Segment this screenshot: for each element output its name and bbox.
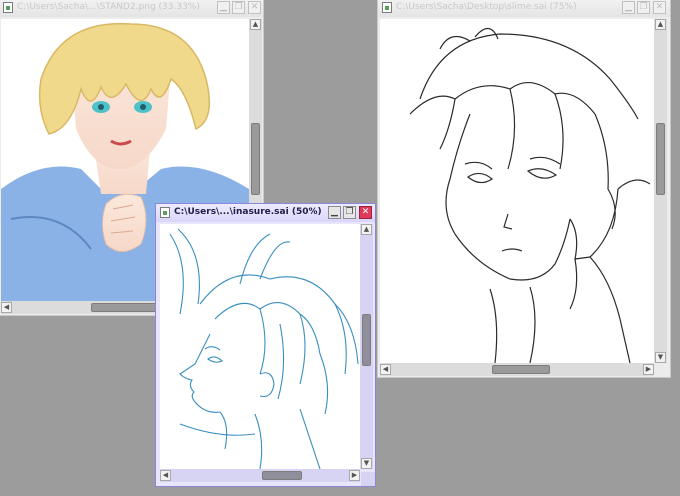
document-icon (382, 2, 392, 13)
vertical-scrollbar[interactable]: ▲ ▼ (654, 19, 667, 363)
minimize-button[interactable]: ▁ (328, 206, 341, 219)
arrow-down-icon: ▼ (363, 459, 370, 467)
arrow-right-icon: ▶ (351, 471, 358, 479)
scroll-up-button[interactable]: ▲ (361, 224, 372, 235)
scroll-up-button[interactable]: ▲ (250, 19, 261, 30)
maximize-button[interactable]: ❐ (637, 1, 650, 14)
lineart-boy (409, 27, 651, 363)
horizontal-scroll-thumb[interactable] (262, 471, 302, 480)
arrow-right-icon: ▶ (645, 365, 652, 373)
arrow-left-icon: ◀ (382, 365, 389, 373)
minimize-button[interactable]: ▁ (622, 1, 635, 14)
arrow-up-icon: ▲ (252, 20, 259, 28)
title-bar[interactable]: C:\Users\Sacha\Desktop\slime.sai (75%) ▁… (378, 0, 670, 17)
horizontal-scrollbar[interactable]: ◀ ▶ (380, 363, 654, 376)
close-button[interactable]: ✕ (248, 1, 261, 14)
close-button[interactable]: ✕ (359, 206, 372, 219)
resize-grip[interactable] (361, 472, 375, 486)
maximize-button[interactable]: ❐ (232, 1, 245, 14)
horizontal-scrollbar[interactable]: ◀ ▶ (160, 469, 360, 482)
vertical-scroll-thumb[interactable] (362, 314, 371, 366)
title-bar[interactable]: C:\Users\Sacha\...\STAND2.png (33.33%) ▁… (0, 0, 263, 17)
minimize-icon: ▁ (220, 2, 227, 12)
close-icon: ✕ (655, 2, 664, 12)
vertical-scroll-thumb[interactable] (251, 123, 260, 195)
scroll-right-button[interactable]: ▶ (349, 470, 360, 481)
minimize-button[interactable]: ▁ (217, 1, 230, 14)
window-title: C:\Users\Sacha\...\STAND2.png (33.33%) (17, 2, 200, 12)
canvas-image-slime[interactable] (380, 19, 654, 363)
canvas-image-inasure[interactable] (160, 224, 360, 469)
close-icon: ✕ (361, 207, 370, 217)
close-button[interactable]: ✕ (653, 1, 666, 14)
vertical-scrollbar[interactable]: ▲ ▼ (360, 224, 373, 469)
title-bar[interactable]: C:\Users\...\inasure.sai (50%) ▁ ❐ ✕ (156, 204, 375, 222)
arrow-up-icon: ▲ (363, 225, 370, 233)
arrow-left-icon: ◀ (3, 303, 10, 311)
scroll-left-button[interactable]: ◀ (380, 364, 391, 375)
arrow-up-icon: ▲ (657, 20, 664, 28)
scroll-left-button[interactable]: ◀ (160, 470, 171, 481)
document-window-inasure[interactable]: C:\Users\...\inasure.sai (50%) ▁ ❐ ✕ ▲ ▼… (155, 203, 376, 487)
document-icon (3, 2, 13, 13)
vertical-scroll-thumb[interactable] (656, 123, 665, 195)
sketch-boy-profile (169, 228, 359, 469)
scroll-down-button[interactable]: ▼ (361, 458, 372, 469)
window-title: C:\Users\...\inasure.sai (50%) (174, 207, 322, 217)
document-window-slime[interactable]: C:\Users\Sacha\Desktop\slime.sai (75%) ▁… (377, 0, 671, 378)
scroll-right-button[interactable]: ▶ (643, 364, 654, 375)
close-icon: ✕ (250, 2, 259, 12)
maximize-icon: ❐ (345, 207, 354, 217)
minimize-icon: ▁ (625, 2, 632, 12)
horizontal-scroll-thumb[interactable] (492, 365, 550, 374)
maximize-icon: ❐ (639, 2, 648, 12)
maximize-button[interactable]: ❐ (343, 206, 356, 219)
document-icon (160, 207, 170, 218)
window-title: C:\Users\Sacha\Desktop\slime.sai (75%) (396, 2, 577, 12)
minimize-icon: ▁ (331, 207, 338, 217)
scroll-up-button[interactable]: ▲ (655, 19, 666, 30)
scroll-left-button[interactable]: ◀ (1, 302, 12, 313)
scroll-down-button[interactable]: ▼ (655, 352, 666, 363)
maximize-icon: ❐ (234, 2, 243, 12)
arrow-down-icon: ▼ (657, 353, 664, 361)
arrow-left-icon: ◀ (162, 471, 169, 479)
